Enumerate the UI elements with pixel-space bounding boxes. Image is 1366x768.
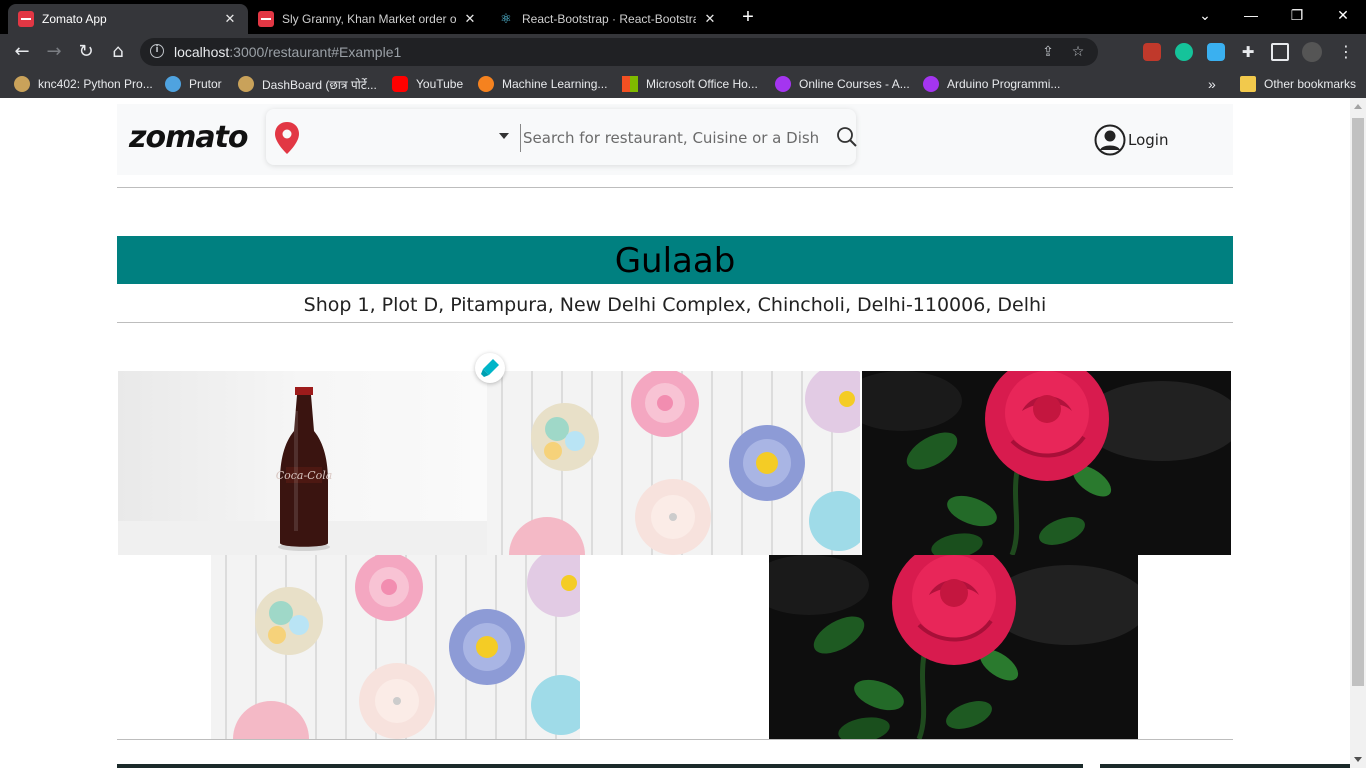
footer-edge — [1100, 764, 1350, 768]
restaurant-address: Shop 1, Plot D, Pitampura, New Delhi Com… — [303, 294, 1047, 316]
bookmark-item[interactable]: Online Courses - A... — [775, 75, 910, 93]
red-rose-photo — [769, 555, 1138, 739]
back-arrow-icon[interactable]: ← — [8, 38, 36, 66]
home-icon[interactable]: ⌂ — [104, 38, 132, 66]
restore-button[interactable]: ❐ — [1274, 0, 1320, 32]
user-avatar-icon — [1094, 124, 1126, 156]
login-label: Login — [1128, 131, 1169, 149]
zomato-logo[interactable]: zomato — [129, 120, 249, 155]
address-bar[interactable]: i localhost:3000/restaurant#Example1 ⇪ ☆ — [140, 38, 1098, 66]
bookmark-item[interactable]: YouTube — [392, 75, 463, 93]
red-rose-photo — [862, 371, 1231, 555]
other-bookmarks-folder[interactable]: Other bookmarks — [1240, 75, 1356, 93]
tab-title: React-Bootstrap · React-Bootstrap — [522, 12, 696, 26]
bookmarks-bar: knc402: Python Pro... Prutor DashBoard (… — [0, 70, 1366, 98]
bookmark-favicon-icon — [14, 76, 30, 92]
site-info-icon[interactable]: i — [150, 44, 164, 58]
browser-menu-icon[interactable]: ⋮ — [1332, 38, 1360, 66]
scroll-down-icon[interactable] — [1354, 757, 1362, 762]
udemy-icon — [923, 76, 939, 92]
zomato-favicon-icon — [258, 11, 274, 27]
close-tab-icon[interactable]: ✕ — [462, 11, 478, 27]
location-search-bar — [266, 109, 858, 165]
udemy-icon — [775, 76, 791, 92]
gallery-photo-cupcakes[interactable] — [487, 371, 860, 555]
search-divider — [520, 124, 521, 152]
scroll-up-icon[interactable] — [1354, 104, 1362, 109]
site-header: zomato Login — [117, 104, 1233, 175]
extension-red-icon[interactable] — [1143, 43, 1161, 61]
share-icon[interactable]: ⇪ — [1038, 42, 1058, 62]
bookmark-item[interactable]: Prutor — [165, 75, 222, 93]
browser-toolbar: ← → ↻ ⌂ i localhost:3000/restaurant#Exam… — [0, 34, 1366, 70]
gallery-photo-cupcakes-2[interactable] — [211, 555, 580, 739]
coca-cola-bottle-photo: Coca-Cola — [118, 371, 487, 555]
tab-title: Zomato App — [42, 12, 107, 26]
extensions-puzzle-icon[interactable]: ✚ — [1239, 43, 1257, 61]
bookmark-favicon-icon — [165, 76, 181, 92]
tab-title: Sly Granny, Khan Market order o — [282, 12, 456, 26]
cupcakes-photo — [211, 555, 580, 739]
youtube-icon — [392, 76, 408, 92]
bookmarks-overflow-icon[interactable]: » — [1208, 75, 1216, 93]
marker-pen-icon — [481, 359, 499, 377]
bookmark-item[interactable]: Microsoft Office Ho... — [622, 75, 758, 93]
cupcakes-photo — [487, 371, 860, 555]
bookmark-star-icon[interactable]: ☆ — [1068, 42, 1088, 62]
bookmark-item[interactable]: DashBoard (छात्र पोर्टे... — [238, 75, 377, 93]
bookmark-item[interactable]: Arduino Programmi... — [923, 75, 1060, 93]
location-dropdown-caret-icon[interactable] — [499, 133, 509, 139]
address-divider — [117, 322, 1233, 323]
bookmark-item[interactable]: Machine Learning... — [478, 75, 607, 93]
tab-sly-granny[interactable]: Sly Granny, Khan Market order o ✕ — [248, 4, 488, 34]
new-tab-button[interactable]: + — [737, 6, 759, 28]
gallery-photo-coca-cola[interactable]: Coca-Cola — [118, 371, 487, 555]
zomato-favicon-icon — [18, 11, 34, 27]
extension-blue-icon[interactable] — [1207, 43, 1225, 61]
footer-edge — [117, 764, 1083, 768]
bookmark-favicon-icon — [238, 76, 254, 92]
grammarly-icon[interactable] — [1175, 43, 1193, 61]
search-input[interactable] — [523, 125, 823, 151]
login-button[interactable]: Login — [1094, 124, 1168, 156]
edit-marker-button[interactable] — [475, 353, 505, 383]
browser-tab-strip: Zomato App ✕ Sly Granny, Khan Market ord… — [0, 0, 1366, 34]
close-window-button[interactable]: ✕ — [1320, 0, 1366, 32]
tab-search-chevron-icon[interactable]: ⌄ — [1182, 0, 1228, 32]
gallery-divider — [117, 739, 1233, 740]
search-icon[interactable] — [836, 126, 858, 148]
scrollbar-thumb[interactable] — [1352, 118, 1364, 686]
url-text[interactable]: localhost:3000/restaurant#Example1 — [174, 44, 401, 60]
close-tab-icon[interactable]: ✕ — [702, 11, 718, 27]
react-favicon-icon: ⚛ — [500, 11, 512, 26]
gallery-photo-red-rose-2[interactable] — [769, 555, 1138, 739]
folder-icon — [1240, 76, 1256, 92]
gallery-photo-red-rose[interactable] — [862, 371, 1231, 555]
bookmark-favicon-icon — [478, 76, 494, 92]
bookmark-item[interactable]: knc402: Python Pro... — [14, 75, 153, 93]
page-viewport: zomato Login Gulaab Shop 1, — [0, 98, 1350, 768]
side-panel-icon[interactable] — [1271, 43, 1289, 61]
header-divider — [117, 187, 1233, 188]
page-scrollbar[interactable] — [1350, 98, 1366, 768]
restaurant-name: Gulaab — [614, 241, 736, 281]
svg-text:Coca-Cola: Coca-Cola — [276, 469, 333, 482]
restaurant-name-banner: Gulaab — [117, 236, 1233, 284]
profile-avatar[interactable] — [1302, 42, 1322, 62]
location-pin-icon[interactable] — [274, 121, 300, 155]
microsoft-icon — [622, 76, 638, 92]
forward-arrow-icon[interactable]: → — [40, 38, 68, 66]
close-tab-icon[interactable]: ✕ — [222, 11, 238, 27]
tab-zomato-app[interactable]: Zomato App ✕ — [8, 4, 248, 34]
reload-icon[interactable]: ↻ — [72, 38, 100, 66]
minimize-button[interactable]: — — [1228, 0, 1274, 32]
tab-react-bootstrap[interactable]: ⚛ React-Bootstrap · React-Bootstrap ✕ — [488, 4, 728, 34]
